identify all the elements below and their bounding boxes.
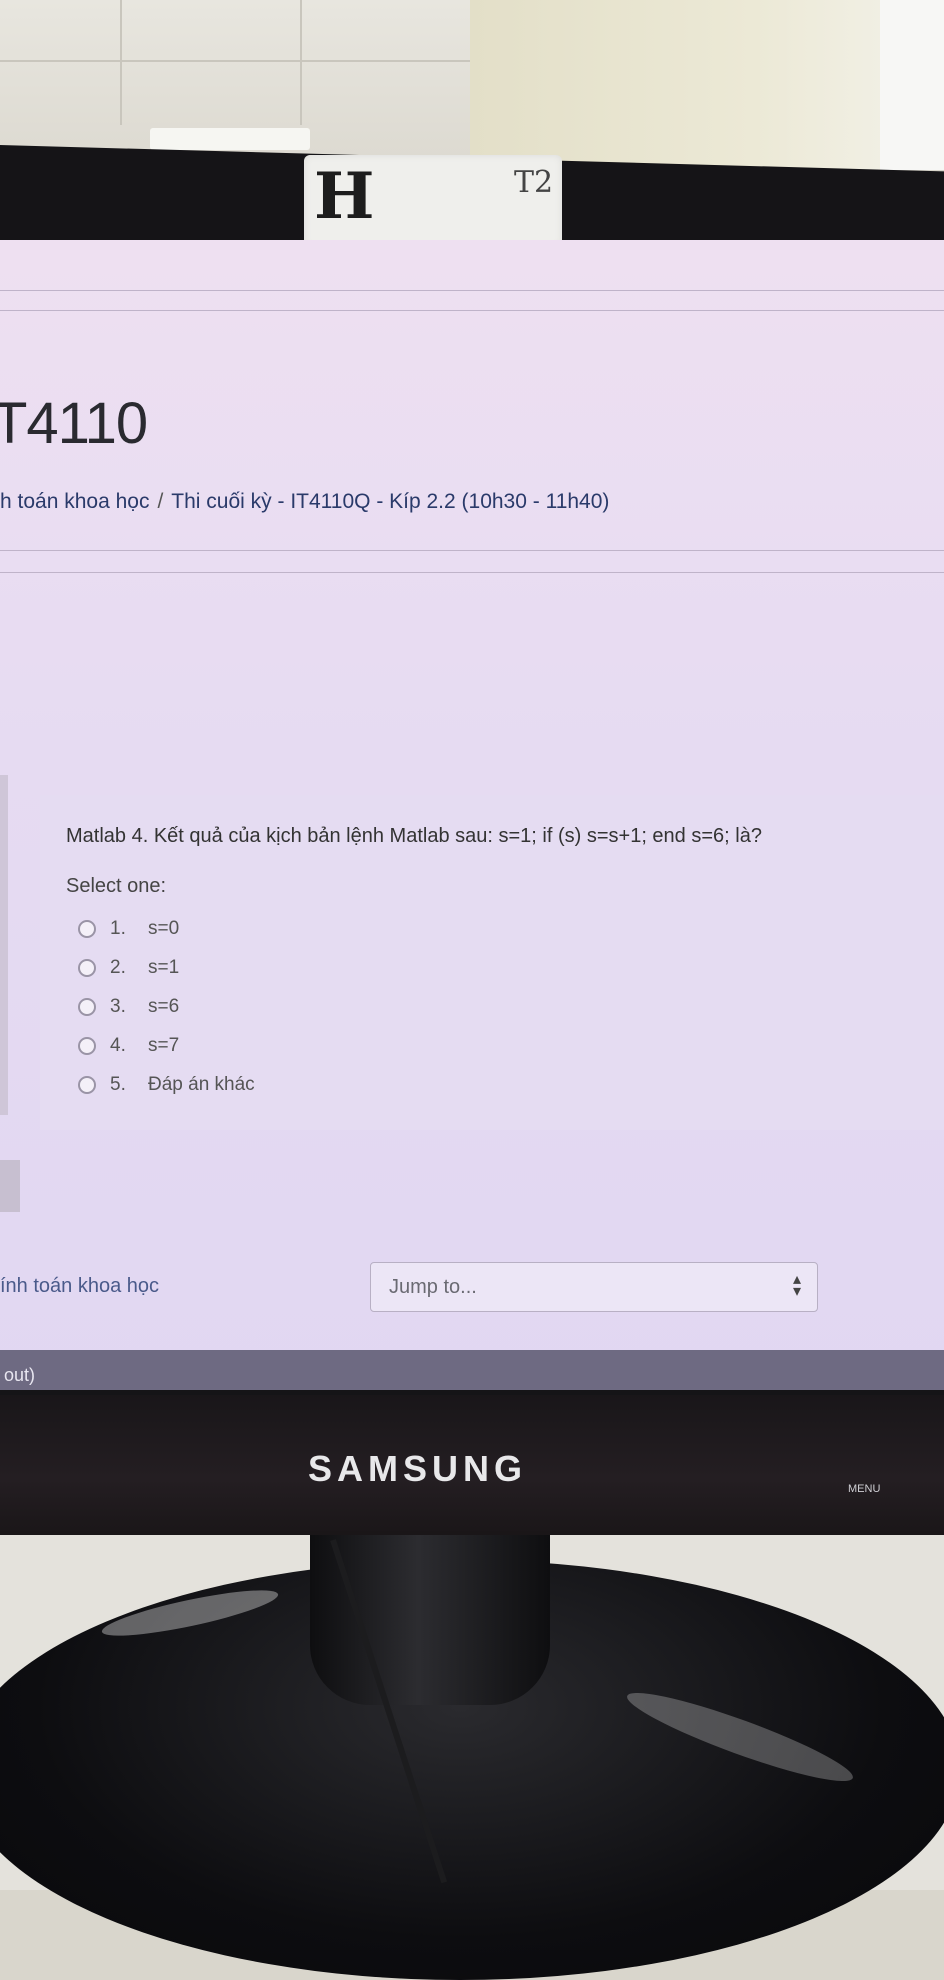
radio-button[interactable] [78, 998, 96, 1016]
option-label[interactable]: s=6 [148, 996, 179, 1018]
jump-to-select[interactable]: Jump to... ▴ ▾ [370, 1262, 818, 1312]
sticker-note: T2 [514, 165, 554, 200]
page-title: T4110 [0, 391, 148, 456]
window-frame [880, 0, 944, 170]
question-text: Matlab 4. Kết quả của kịch bản lệnh Matl… [66, 825, 762, 847]
option-label[interactable]: s=7 [148, 1035, 179, 1057]
radio-button[interactable] [78, 1076, 96, 1094]
option-number: 2. [110, 957, 126, 978]
breadcrumb: h toán khoa học / Thi cuối kỳ - IT4110Q - … [0, 490, 609, 514]
option-number: 4. [110, 1035, 126, 1056]
ceiling-grid-line [0, 60, 470, 62]
answer-option[interactable]: 1. s=0 [78, 915, 179, 943]
divider [0, 550, 944, 551]
page-footer [0, 1350, 944, 1390]
option-number: 5. [110, 1074, 126, 1095]
option-label[interactable]: s=0 [148, 918, 179, 940]
ceiling-light [150, 128, 310, 150]
sticker-mark: H [314, 159, 375, 234]
jump-to-placeholder: Jump to... [389, 1276, 477, 1298]
option-number: 1. [110, 918, 126, 939]
ceiling-grid-line [120, 0, 122, 125]
logout-link[interactable]: out) [4, 1365, 35, 1386]
ceiling-grid-line [300, 0, 302, 125]
breadcrumb-course-link[interactable]: h toán khoa học [0, 490, 149, 513]
select-arrows-icon: ▴ ▾ [792, 1271, 801, 1300]
radio-button[interactable] [78, 959, 96, 977]
option-label[interactable]: Đáp án khác [148, 1074, 255, 1096]
option-number: 3. [110, 996, 126, 1017]
divider [0, 572, 944, 573]
monitor-brand-logo: SAMSUNG [308, 1448, 528, 1489]
course-home-link[interactable]: ính toán khoa học [0, 1275, 159, 1298]
monitor-screen: T4110 h toán khoa học / Thi cuối kỳ - IT41… [0, 240, 944, 1390]
divider [0, 310, 944, 311]
option-label[interactable]: s=1 [148, 957, 179, 979]
divider [0, 290, 944, 291]
wall [470, 0, 944, 170]
question-card: Matlab 4. Kết quả của kịch bản lệnh Matl… [40, 795, 944, 1130]
breadcrumb-separator: / [157, 490, 164, 513]
answer-option[interactable]: 4. s=7 [78, 1032, 179, 1060]
answer-option[interactable]: 2. s=1 [78, 954, 179, 982]
monitor-menu-button[interactable]: MENU [848, 1483, 880, 1495]
monitor-stand-neck [310, 1535, 550, 1705]
question-info-panel [0, 775, 8, 1115]
previous-page-button[interactable] [0, 1160, 20, 1212]
answer-option[interactable]: 3. s=6 [78, 993, 179, 1021]
bezel-sticker: H T2 [304, 155, 562, 247]
select-one-label: Select one: [66, 875, 167, 897]
radio-button[interactable] [78, 1037, 96, 1055]
breadcrumb-quiz-link[interactable]: Thi cuối kỳ - IT4110Q - Kíp 2.2 (10h30 -… [171, 490, 609, 513]
radio-button[interactable] [78, 920, 96, 938]
answer-option[interactable]: 5. Đáp án khác [78, 1071, 255, 1099]
